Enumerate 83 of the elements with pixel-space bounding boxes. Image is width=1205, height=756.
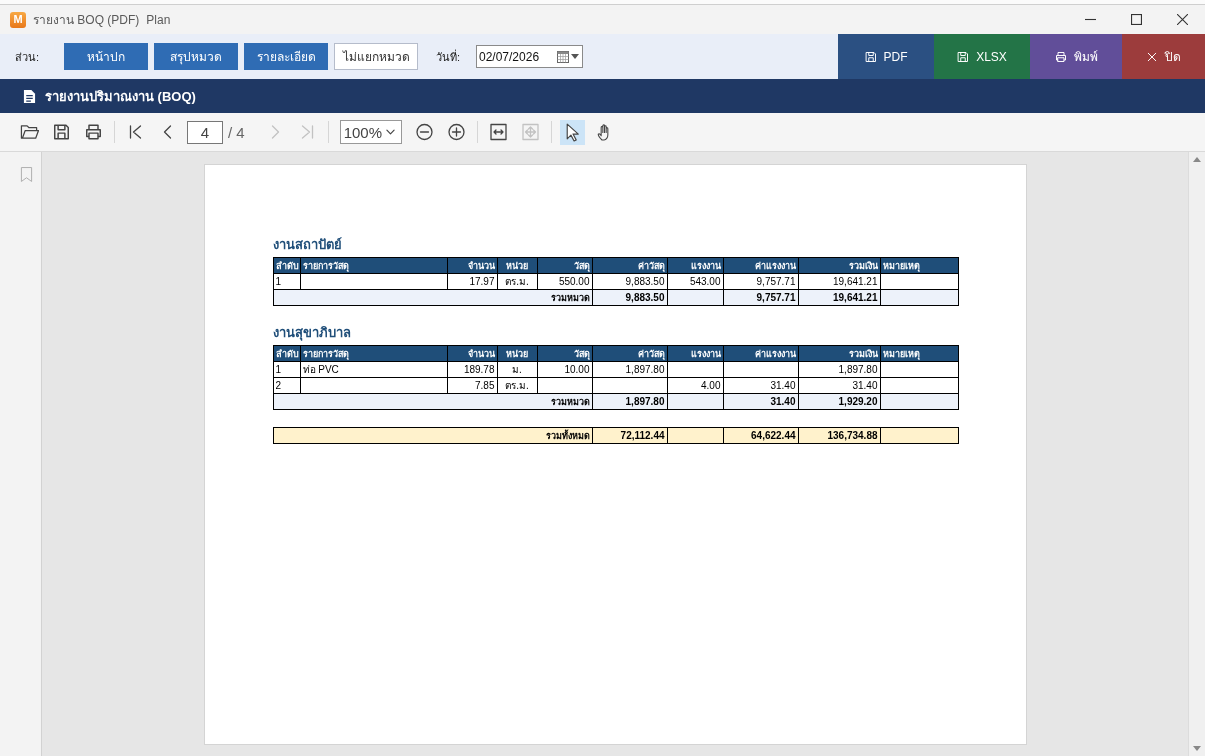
printer-icon bbox=[1054, 50, 1067, 63]
column-header: ค่าวัสดุ bbox=[592, 257, 667, 274]
scroll-down-icon[interactable] bbox=[1193, 746, 1201, 751]
window-title: รายงาน BOQ (PDF) bbox=[33, 12, 140, 29]
table-cell: 1 bbox=[273, 361, 300, 378]
column-header: หมายเหตุ bbox=[880, 257, 958, 274]
report-title: รายงานปริมาณงาน (BOQ) bbox=[45, 87, 196, 106]
close-icon bbox=[1146, 50, 1158, 63]
caret-icon[interactable] bbox=[571, 54, 579, 59]
column-header: รวมเงิน bbox=[798, 257, 880, 274]
print-icon[interactable] bbox=[84, 123, 103, 141]
table-cell: 19,641.21 bbox=[798, 273, 880, 290]
table-cell: 72,112.44 bbox=[592, 427, 667, 444]
section-toggle-button[interactable]: หน้าปก bbox=[64, 43, 148, 70]
table-cell: 550.00 bbox=[537, 273, 592, 290]
open-folder-icon[interactable] bbox=[20, 123, 39, 141]
column-header: จำนวน bbox=[447, 345, 497, 362]
column-header: วัสดุ bbox=[537, 345, 592, 362]
table-cell: ตร.ม. bbox=[497, 377, 537, 394]
table-cell: 1,897.80 bbox=[592, 361, 667, 378]
table-cell: 543.00 bbox=[667, 273, 723, 290]
section-title: งานสุขาภิบาล bbox=[272, 324, 352, 341]
table-cell: 31.40 bbox=[798, 377, 880, 394]
table-cell: 17.97 bbox=[447, 273, 497, 290]
column-header: แรงงาน bbox=[667, 257, 723, 274]
fit-width-icon[interactable] bbox=[488, 123, 508, 141]
column-header: ลำดับ bbox=[273, 345, 300, 362]
app-logo: M bbox=[10, 11, 26, 28]
column-header: ค่าแรงงาน bbox=[723, 257, 798, 274]
save-icon[interactable] bbox=[52, 123, 71, 141]
table-cell: 189.78 bbox=[447, 361, 497, 378]
zoom-in-icon[interactable] bbox=[446, 123, 466, 141]
table-cell: 4.00 bbox=[667, 377, 723, 394]
section-toggle-button[interactable]: ไม่แยกหมวด bbox=[334, 43, 418, 70]
column-header: ลำดับ bbox=[273, 257, 300, 274]
pointer-tool-icon[interactable] bbox=[559, 119, 585, 145]
table-cell: 31.40 bbox=[723, 377, 798, 394]
table-cell: 64,622.44 bbox=[723, 427, 798, 444]
zoom-select[interactable]: 100% bbox=[339, 120, 402, 144]
column-header: แรงงาน bbox=[667, 345, 723, 362]
column-header: ค่าแรงงาน bbox=[723, 345, 798, 362]
section-toggle-button[interactable]: รายละเอียด bbox=[244, 43, 328, 70]
column-header: วัสดุ bbox=[537, 257, 592, 274]
scroll-up-icon[interactable] bbox=[1193, 157, 1201, 162]
zoom-out-icon[interactable] bbox=[414, 123, 434, 141]
date-field[interactable]: 02/07/2026 bbox=[476, 45, 583, 68]
caret-icon bbox=[386, 129, 396, 135]
section-label: ส่วน: bbox=[15, 49, 41, 65]
page-count: / 4 bbox=[228, 123, 245, 141]
table-cell: 1 bbox=[273, 273, 300, 290]
table-cell: ม. bbox=[497, 361, 537, 378]
column-header: หมายเหตุ bbox=[880, 345, 958, 362]
action-button[interactable]: พิมพ์ bbox=[1030, 34, 1122, 79]
table-cell: ท่อ PVC bbox=[300, 361, 447, 378]
total-label: รวมทั้งหมด bbox=[273, 427, 592, 444]
window-subtitle: Plan bbox=[146, 12, 171, 27]
document-icon bbox=[23, 88, 36, 104]
vertical-scrollbar[interactable] bbox=[1188, 152, 1205, 756]
calendar-icon[interactable] bbox=[557, 50, 569, 63]
close-icon[interactable] bbox=[1176, 14, 1188, 25]
table-cell: 2 bbox=[273, 377, 300, 394]
column-header: รวมเงิน bbox=[798, 345, 880, 362]
column-header: รายการวัสดุ bbox=[300, 257, 447, 274]
section-toggle-button[interactable]: สรุปหมวด bbox=[154, 43, 238, 70]
column-header: รายการวัสดุ bbox=[300, 345, 447, 362]
section-title: งานสถาปัตย์ bbox=[272, 236, 343, 253]
page-number-field[interactable]: 4 bbox=[187, 120, 223, 144]
column-header: หน่วย bbox=[497, 345, 537, 362]
table-cell: 10.00 bbox=[537, 361, 592, 378]
column-header: ค่าวัสดุ bbox=[592, 345, 667, 362]
table-cell: 9,757.71 bbox=[723, 273, 798, 290]
date-label: วันที่: bbox=[436, 48, 462, 65]
table-cell: 1,897.80 bbox=[798, 361, 880, 378]
column-header: หน่วย bbox=[497, 257, 537, 274]
action-button[interactable]: PDF bbox=[838, 34, 934, 79]
table-cell: ตร.ม. bbox=[497, 273, 537, 290]
table-cell: 9,883.50 bbox=[592, 273, 667, 290]
table-cell: 136,734.88 bbox=[798, 427, 880, 444]
table-cell: 7.85 bbox=[447, 377, 497, 394]
maximize-icon[interactable] bbox=[1130, 14, 1142, 25]
column-header: จำนวน bbox=[447, 257, 497, 274]
action-button[interactable]: ปิด bbox=[1122, 34, 1205, 79]
action-button[interactable]: XLSX bbox=[934, 34, 1030, 79]
